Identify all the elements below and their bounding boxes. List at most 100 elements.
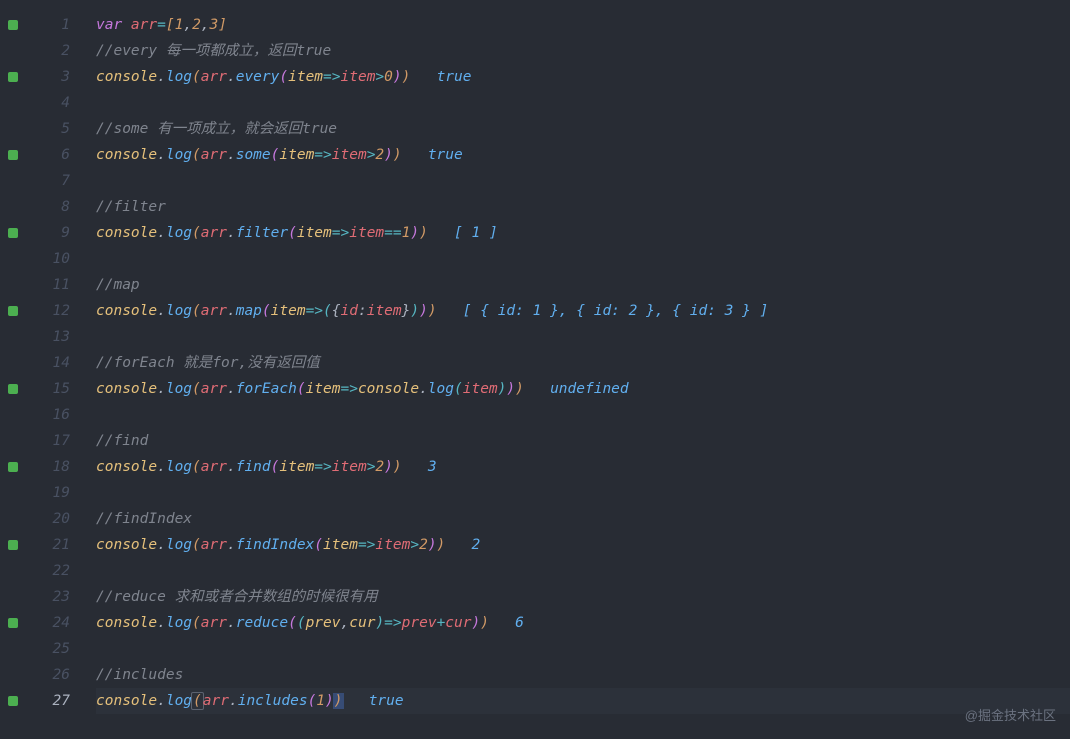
code-line[interactable]: console.log(arr.some(item=>item>2)) true: [96, 142, 1070, 168]
code-token: (: [192, 69, 201, 85]
code-token: forEach: [236, 381, 297, 397]
comment-text: //includes: [96, 667, 183, 683]
code-token: =>: [314, 459, 331, 475]
code-line[interactable]: console.log(arr.reduce((prev,cur)=>prev+…: [96, 610, 1070, 636]
line-number: 6: [18, 142, 78, 168]
breakpoint-marker[interactable]: [8, 150, 18, 160]
breakpoint-marker[interactable]: [8, 72, 18, 82]
code-token: (: [454, 381, 463, 397]
breakpoint-marker[interactable]: [8, 514, 18, 524]
code-token: ): [428, 303, 437, 319]
code-token: (: [323, 303, 332, 319]
breakpoint-marker[interactable]: [8, 176, 18, 186]
code-line[interactable]: console.log(arr.every(item=>item>0)) tru…: [96, 64, 1070, 90]
breakpoint-marker[interactable]: [8, 384, 18, 394]
code-token: console: [96, 381, 157, 397]
code-token: map: [236, 303, 262, 319]
breakpoint-marker[interactable]: [8, 670, 18, 680]
code-line[interactable]: //map: [96, 272, 1070, 298]
breakpoint-marker[interactable]: [8, 46, 18, 56]
code-token: =>: [323, 69, 340, 85]
breakpoint-marker[interactable]: [8, 98, 18, 108]
code-line[interactable]: //includes: [96, 662, 1070, 688]
code-line[interactable]: console.log(arr.map(item=>({id:item}))) …: [96, 298, 1070, 324]
breakpoint-marker[interactable]: [8, 280, 18, 290]
breakpoint-marker[interactable]: [8, 332, 18, 342]
code-token: (: [192, 381, 201, 397]
code-line[interactable]: [96, 480, 1070, 506]
gutter-row: 23: [0, 584, 78, 610]
code-token: log: [166, 303, 192, 319]
breakpoint-marker[interactable]: [8, 202, 18, 212]
code-editor[interactable]: 1234567891011121314151617181920212223242…: [0, 0, 1070, 714]
code-token: .: [229, 693, 238, 709]
line-number: 12: [18, 298, 78, 324]
code-line[interactable]: //forEach 就是for,没有返回值: [96, 350, 1070, 376]
line-number: 20: [18, 506, 78, 532]
gutter-row: 6: [0, 142, 78, 168]
code-token: cur: [445, 615, 471, 631]
code-token: arr: [201, 459, 227, 475]
breakpoint-marker[interactable]: [8, 540, 18, 550]
code-token: ): [515, 381, 524, 397]
code-token: .: [157, 69, 166, 85]
breakpoint-marker[interactable]: [8, 254, 18, 264]
code-line[interactable]: //filter: [96, 194, 1070, 220]
code-token: >: [375, 69, 384, 85]
line-number: 13: [18, 324, 78, 350]
code-line[interactable]: //find: [96, 428, 1070, 454]
breakpoint-marker[interactable]: [8, 436, 18, 446]
code-line[interactable]: console.log(arr.find(item=>item>2)) 3: [96, 454, 1070, 480]
code-line[interactable]: var arr=[1,2,3]: [96, 12, 1070, 38]
breakpoint-marker[interactable]: [8, 696, 18, 706]
code-token: >: [410, 537, 419, 553]
code-token: reduce: [236, 615, 288, 631]
code-line[interactable]: //some 有一项成立，就会返回true: [96, 116, 1070, 142]
breakpoint-marker[interactable]: [8, 124, 18, 134]
code-token: .: [227, 303, 236, 319]
breakpoint-marker[interactable]: [8, 488, 18, 498]
code-token: 1: [316, 693, 325, 709]
code-line[interactable]: //every 每一项都成立，返回true: [96, 38, 1070, 64]
code-token: =>: [332, 225, 349, 241]
line-number: 15: [18, 376, 78, 402]
code-line[interactable]: [96, 168, 1070, 194]
code-line[interactable]: [96, 558, 1070, 584]
code-token: 2: [471, 537, 480, 553]
code-line[interactable]: console.log(arr.forEach(item=>console.lo…: [96, 376, 1070, 402]
breakpoint-marker[interactable]: [8, 566, 18, 576]
code-line[interactable]: [96, 636, 1070, 662]
code-line[interactable]: //reduce 求和或者合并数组的时候很有用: [96, 584, 1070, 610]
breakpoint-marker[interactable]: [8, 306, 18, 316]
code-line[interactable]: [96, 246, 1070, 272]
breakpoint-marker[interactable]: [8, 358, 18, 368]
breakpoint-marker[interactable]: [8, 618, 18, 628]
breakpoint-marker[interactable]: [8, 644, 18, 654]
code-token: .: [227, 147, 236, 163]
gutter-row: 20: [0, 506, 78, 532]
code-token: ): [506, 381, 515, 397]
code-line[interactable]: [96, 402, 1070, 428]
editor-code-area[interactable]: var arr=[1,2,3]//every 每一项都成立，返回truecons…: [78, 12, 1070, 714]
comment-text: //findIndex: [96, 511, 192, 527]
code-line[interactable]: [96, 324, 1070, 350]
breakpoint-marker[interactable]: [8, 592, 18, 602]
code-token: .: [157, 537, 166, 553]
code-line[interactable]: [96, 90, 1070, 116]
breakpoint-marker[interactable]: [8, 410, 18, 420]
code-line[interactable]: console.log(arr.filter(item=>item==1)) […: [96, 220, 1070, 246]
code-token: .: [157, 303, 166, 319]
code-token: .: [157, 615, 166, 631]
code-token: (: [314, 537, 323, 553]
code-token: +: [437, 615, 446, 631]
code-token: item: [323, 537, 358, 553]
code-line[interactable]: console.log(arr.findIndex(item=>item>2))…: [96, 532, 1070, 558]
code-token: (: [297, 381, 306, 397]
code-token: =: [157, 17, 166, 33]
code-line[interactable]: console.log(arr.includes(1)) true: [96, 688, 1070, 714]
breakpoint-marker[interactable]: [8, 20, 18, 30]
code-line[interactable]: //findIndex: [96, 506, 1070, 532]
breakpoint-marker[interactable]: [8, 462, 18, 472]
line-number: 24: [18, 610, 78, 636]
breakpoint-marker[interactable]: [8, 228, 18, 238]
